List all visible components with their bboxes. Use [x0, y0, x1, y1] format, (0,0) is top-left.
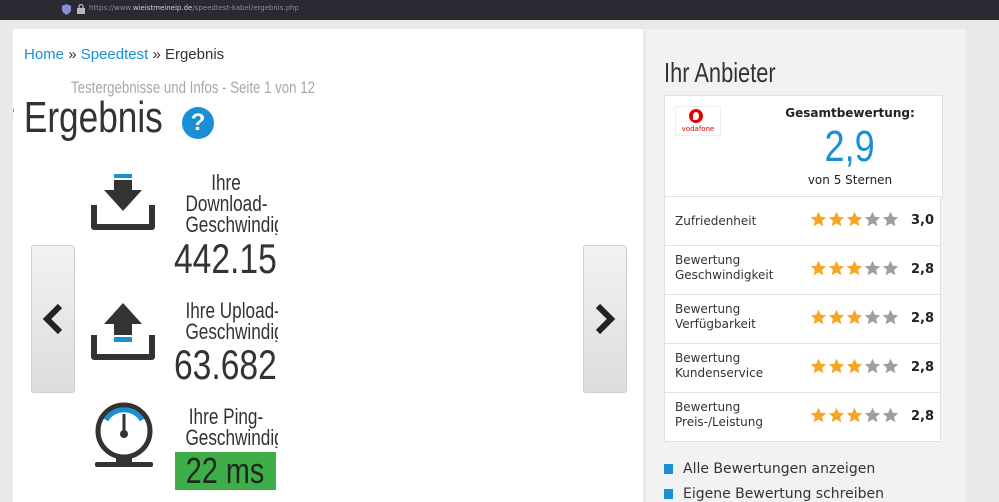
star-icon	[846, 407, 863, 423]
provider-sidebar: Ihr Anbieter vodafone Gesamtbewertung: 2…	[646, 29, 966, 502]
write-rating-link[interactable]: Eigene Bewertung schreiben	[664, 486, 884, 502]
upload-icon	[91, 303, 155, 360]
rating-row: Bewertung Verfügbarkeit 2,8	[664, 295, 941, 344]
star-icon	[810, 260, 827, 276]
ping-value-badge: 22 ms	[175, 452, 276, 490]
all-ratings-link[interactable]: Alle Bewertungen anzeigen	[664, 461, 875, 477]
star-icon	[828, 407, 845, 423]
previous-slide-button[interactable]	[31, 245, 75, 393]
star-icon	[828, 260, 845, 276]
rating-row: Bewertung Kundenservice 2,8	[664, 344, 941, 393]
shield-icon	[62, 4, 71, 15]
rating-label: Zufriedenheit	[675, 214, 757, 228]
vodafone-logo-mark	[689, 109, 703, 123]
star-icon	[864, 407, 881, 423]
chevron-left-icon	[42, 303, 63, 335]
star-icon	[828, 309, 845, 325]
star-icon	[846, 211, 863, 227]
rating-value: 3,0	[911, 213, 935, 228]
rating-value: 2,8	[911, 311, 935, 326]
upload-label: Ihre Upload- Geschwindigkeit	[185, 300, 278, 342]
vodafone-logo-text: vodafone	[681, 125, 715, 133]
rating-value: 2,8	[911, 409, 935, 424]
url-text[interactable]: https://www.wieistmeineip.de/speedtest-k…	[89, 4, 299, 12]
lock-icon	[77, 4, 85, 14]
star-icon	[810, 407, 827, 423]
overall-score-label: Gesamtbewertung:	[785, 106, 915, 120]
star-icon	[846, 358, 863, 374]
rating-label: Bewertung Geschwindigkeit	[675, 253, 774, 282]
provider-heading: Ihr Anbieter	[664, 57, 776, 88]
breadcrumb-home-link[interactable]: Home	[24, 46, 64, 63]
star-icon	[846, 260, 863, 276]
rating-label: Bewertung Preis-/Leistung	[675, 400, 764, 429]
question-mark-icon[interactable]: ?	[182, 107, 214, 139]
upload-value: 63.682 kbit/s	[174, 341, 278, 388]
rating-table: Zufriedenheit 3,0 Bewertung Geschwindigk…	[664, 196, 941, 442]
star-icon	[810, 358, 827, 374]
star-icon	[828, 358, 845, 374]
speedometer-icon	[95, 402, 153, 467]
bullet-square-icon	[664, 489, 673, 499]
page-title: Ihr Ergebnis	[13, 93, 163, 142]
download-label: Ihre Download- Geschwindigkeit	[185, 172, 278, 235]
rating-row: Bewertung Preis-/Leistung 2,8	[664, 393, 941, 442]
browser-url-bar[interactable]: https://www.wieistmeineip.de/speedtest-k…	[0, 0, 999, 20]
star-icon	[864, 358, 881, 374]
breadcrumb: Home » Speedtest » Ergebnis	[24, 46, 224, 63]
star-rating	[810, 211, 900, 229]
breadcrumb-speedtest-link[interactable]: Speedtest	[81, 46, 149, 63]
star-icon	[810, 309, 827, 325]
ping-label: Ihre Ping- Geschwindigkeit	[185, 406, 278, 448]
breadcrumb-current: Ergebnis	[164, 46, 225, 63]
rating-row: Zufriedenheit 3,0	[664, 196, 941, 246]
rating-label: Bewertung Kundenservice	[675, 351, 764, 380]
chevron-right-icon	[595, 303, 616, 335]
rating-value: 2,8	[911, 262, 935, 277]
rating-label: Bewertung Verfügbarkeit	[675, 302, 756, 331]
star-icon	[882, 309, 899, 325]
star-icon	[810, 211, 827, 227]
bullet-square-icon	[664, 464, 673, 474]
overall-score-value: 2,9	[824, 122, 876, 171]
download-icon	[91, 174, 155, 230]
overall-score-card: vodafone Gesamtbewertung: 2,9 von 5 Ster…	[664, 95, 943, 199]
star-icon	[864, 260, 881, 276]
rating-row: Bewertung Geschwindigkeit 2,8	[664, 246, 941, 295]
breadcrumb-separator: »	[68, 46, 77, 63]
star-icon	[864, 211, 881, 227]
download-value: 442.150 kbit/s	[174, 235, 278, 282]
star-rating	[810, 309, 900, 327]
star-icon	[846, 309, 863, 325]
next-slide-button[interactable]	[583, 245, 627, 393]
star-rating	[810, 407, 900, 425]
result-panel: Home » Speedtest » Ergebnis Testergebnis…	[13, 29, 643, 502]
star-icon	[828, 211, 845, 227]
star-icon	[882, 260, 899, 276]
star-icon	[882, 211, 899, 227]
vodafone-logo[interactable]: vodafone	[675, 106, 721, 136]
star-rating	[810, 358, 900, 376]
star-icon	[864, 309, 881, 325]
breadcrumb-separator: »	[152, 46, 161, 63]
star-rating	[810, 260, 900, 278]
star-icon	[882, 358, 899, 374]
rating-value: 2,8	[911, 360, 935, 375]
star-icon	[882, 407, 899, 423]
overall-score-sub: von 5 Sternen	[807, 173, 893, 187]
